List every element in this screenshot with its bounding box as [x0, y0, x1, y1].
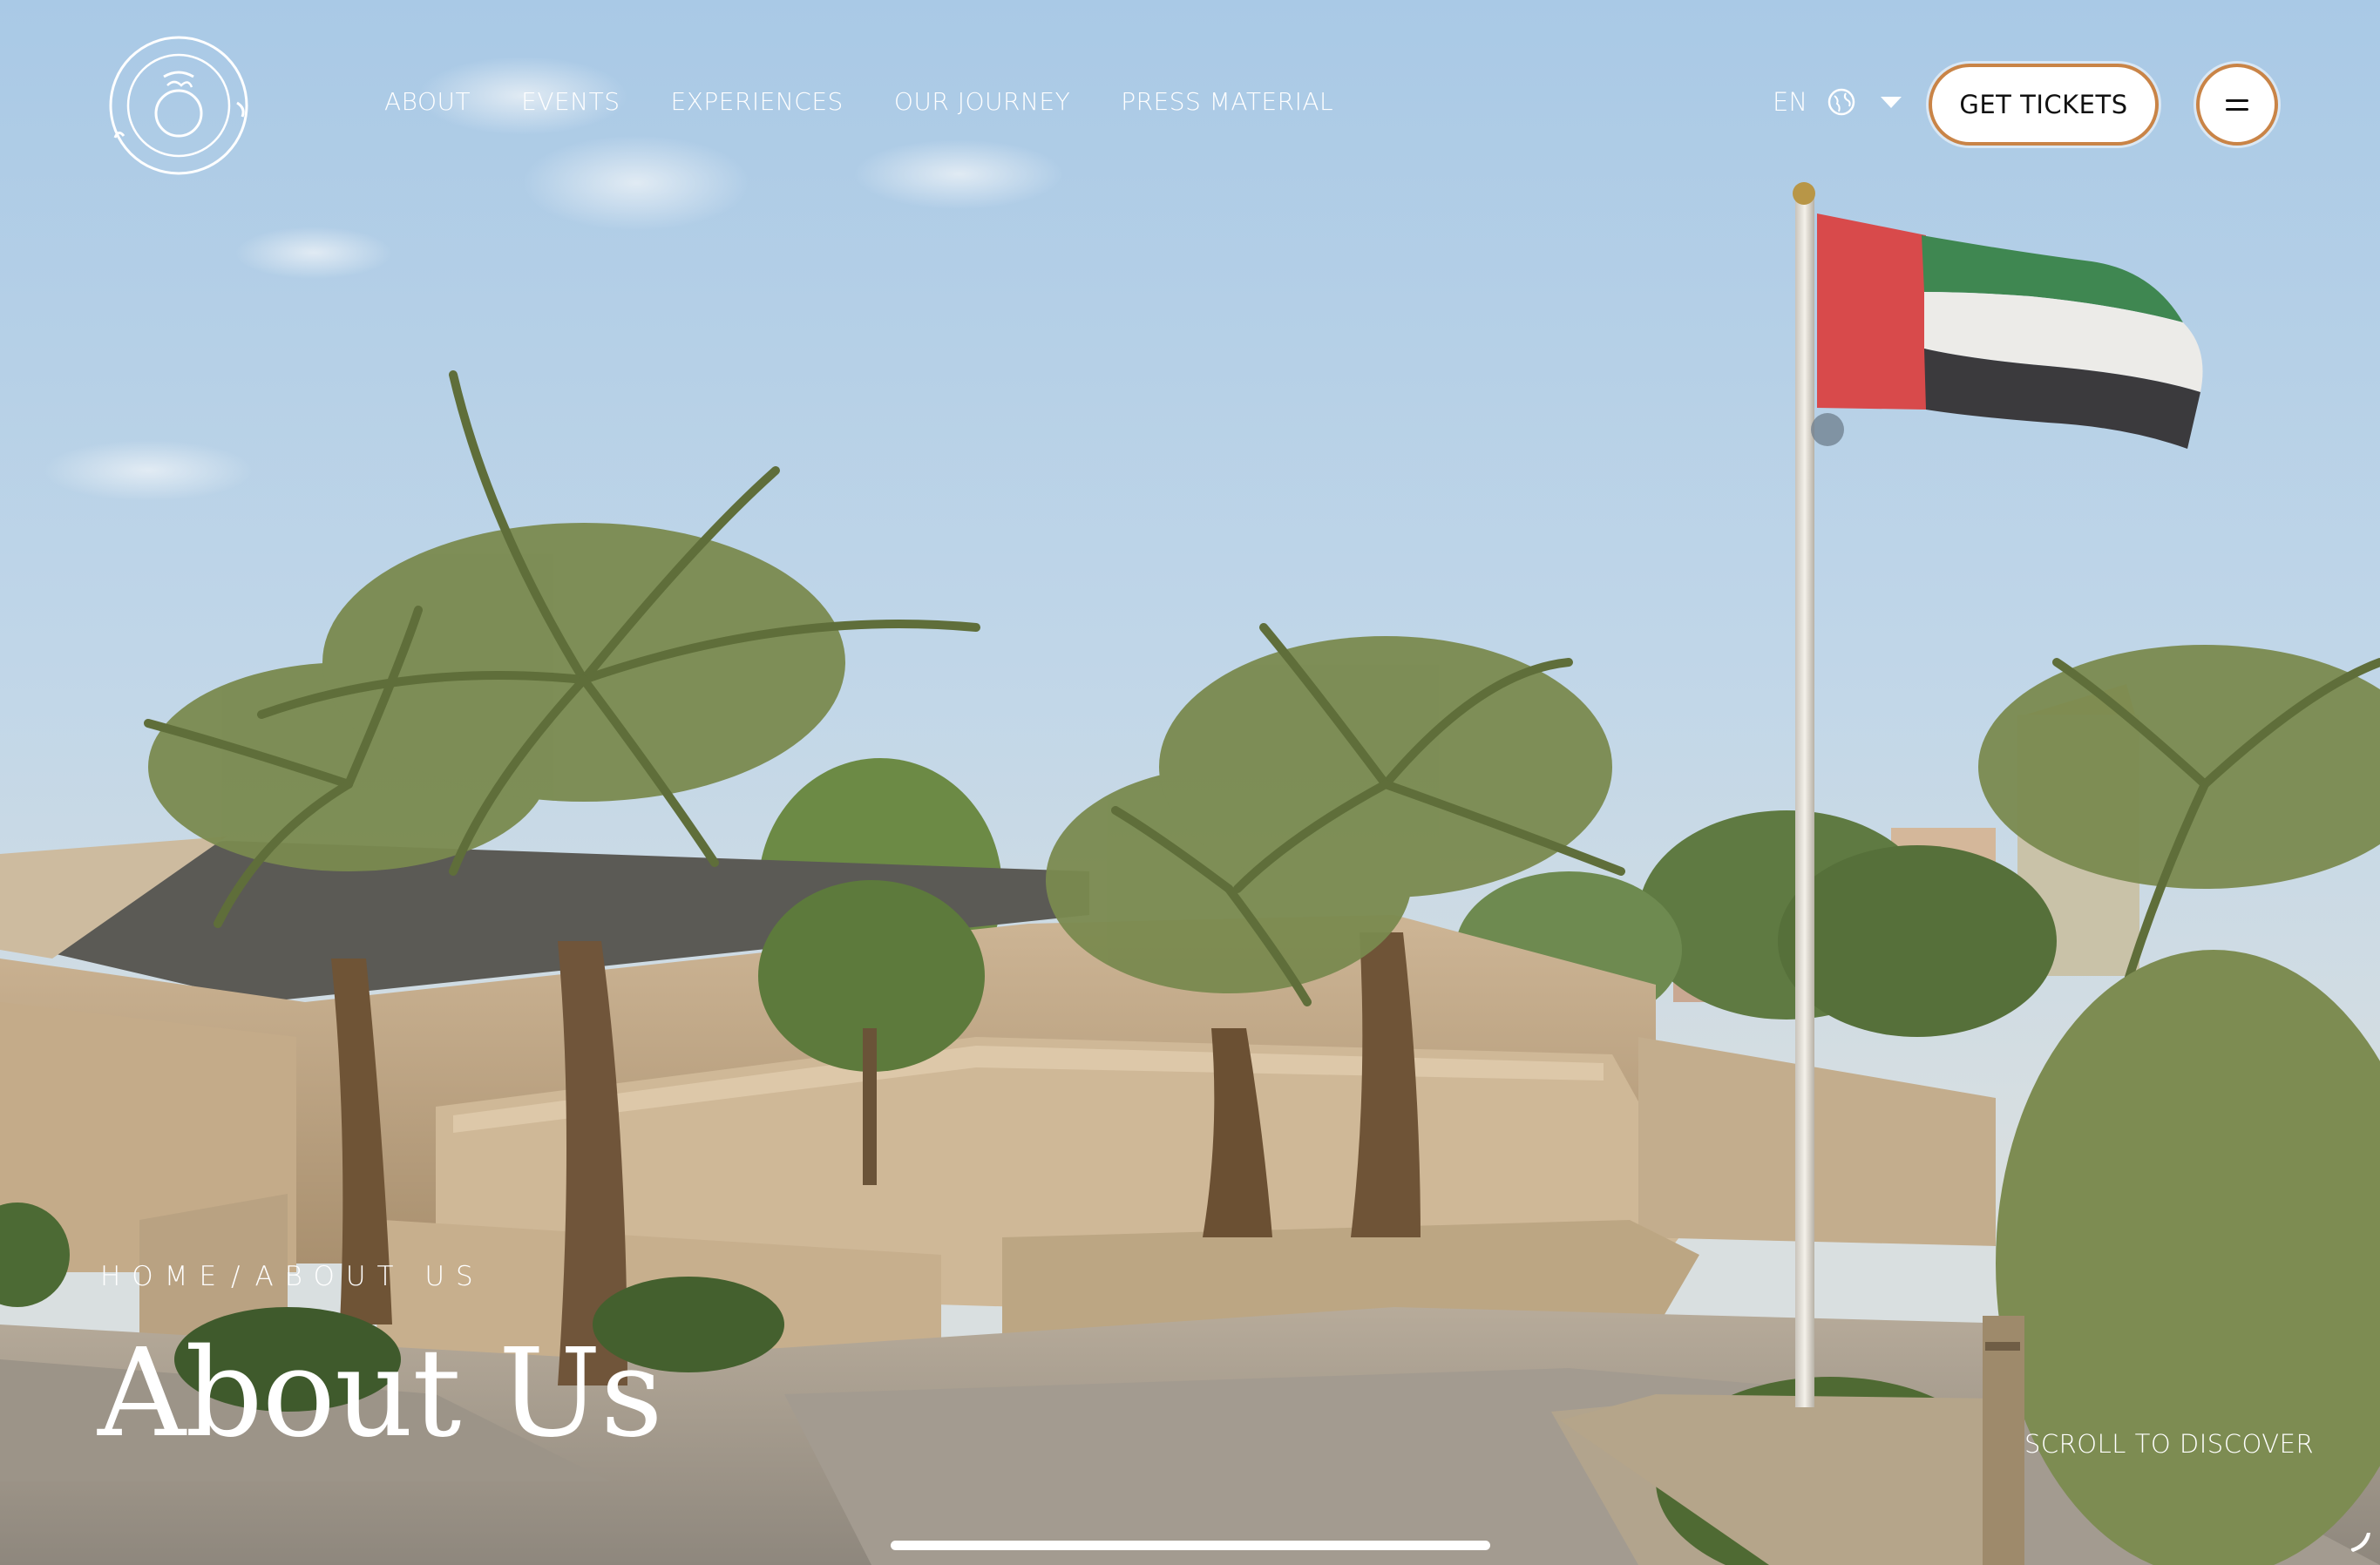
get-tickets-button[interactable]: GET TICKETS [1929, 64, 2159, 146]
hero-section: ABOUT EVENTS EXPERIENCES OUR JOURNEY PRE… [0, 0, 2380, 1565]
globe-icon [1827, 88, 1855, 116]
home-indicator [891, 1541, 1490, 1550]
language-code: EN [1773, 87, 1808, 117]
hamburger-icon [2226, 98, 2248, 102]
scroll-to-discover[interactable]: SCROLL TO DISCOVER [2024, 1429, 2314, 1459]
logo[interactable] [106, 33, 251, 178]
nav-press-material[interactable]: PRESS MATERIAL [1121, 87, 1333, 116]
nav-our-journey[interactable]: OUR JOURNEY [894, 87, 1070, 116]
hamburger-icon-line [2226, 107, 2248, 111]
breadcrumb-separator: / [231, 1261, 252, 1292]
phone-icon[interactable] [2348, 1529, 2374, 1555]
nav-events[interactable]: EVENTS [521, 87, 620, 116]
cursor-dot [1811, 413, 1844, 446]
menu-button[interactable] [2196, 64, 2278, 146]
main-nav: ABOUT EVENTS EXPERIENCES OUR JOURNEY PRE… [384, 87, 1333, 116]
nav-experiences[interactable]: EXPERIENCES [671, 87, 844, 116]
nav-about[interactable]: ABOUT [384, 87, 471, 116]
breadcrumb-current: ABOUT US [254, 1261, 485, 1292]
get-tickets-label: GET TICKETS [1959, 90, 2128, 119]
language-selector[interactable]: EN [1773, 87, 1902, 117]
circular-arabic-logo-icon [109, 36, 248, 175]
breadcrumb: HOME / ABOUT US [100, 1261, 485, 1292]
page-title: About Us [98, 1323, 663, 1465]
breadcrumb-home[interactable]: HOME [100, 1261, 227, 1292]
caret-down-icon [1881, 96, 1902, 108]
